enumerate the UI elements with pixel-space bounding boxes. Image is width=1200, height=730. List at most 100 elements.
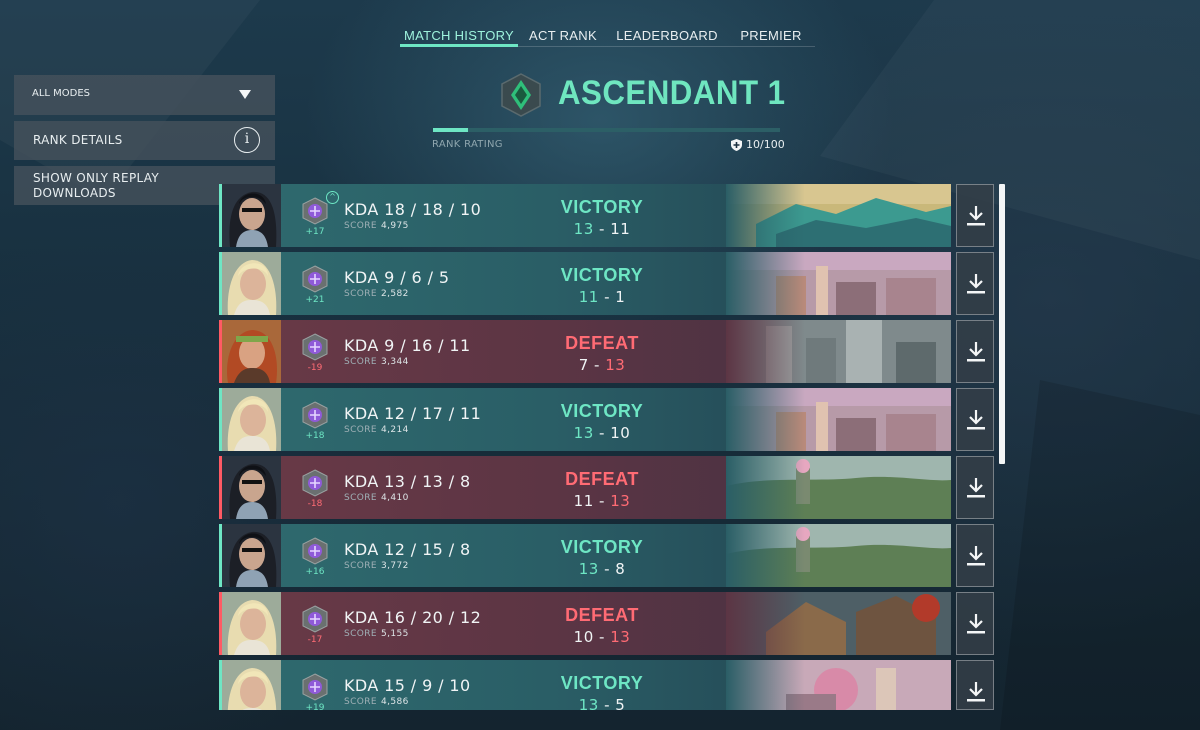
rank-rating-value: 10/100 (731, 138, 785, 151)
score: SCORE 2,582 (344, 289, 409, 299)
score-value: 2,582 (381, 289, 409, 299)
rank-badge-icon (302, 537, 328, 565)
final-score: 10 - 13 (547, 628, 657, 646)
team-rounds: 11 (578, 288, 599, 306)
agent-blonde-icon (222, 388, 281, 451)
rr-change: +17 (305, 227, 325, 237)
match-row[interactable]: -18 KDA 13 / 13 / 8 SCORE 4,410 DEFEAT 11 - 1… (219, 456, 951, 519)
match-result: VICTORY (560, 197, 644, 217)
match-row[interactable]: -19 KDA 9 / 16 / 11 SCORE 3,344 DEFEAT 7 - 13 (219, 320, 951, 383)
tab-leaderboard[interactable]: LEADERBOARD (607, 27, 727, 47)
download-replay-button[interactable] (956, 184, 994, 247)
match-list: ^ +17 KDA 18 / 18 / 10 SCORE 4,975 VICTORY 13 … (219, 184, 951, 710)
match-row[interactable]: ^ +17 KDA 18 / 18 / 10 SCORE 4,975 VICTORY 13 … (219, 184, 951, 247)
enemy-rounds: 8 (615, 560, 626, 578)
download-icon (967, 682, 985, 702)
match-result: DEFEAT (565, 605, 639, 625)
match-result: VICTORY (560, 537, 644, 557)
map-jungle-green-icon (726, 456, 951, 519)
score-label: SCORE (344, 357, 378, 367)
download-replay-button[interactable] (956, 252, 994, 315)
score-label: SCORE (344, 697, 378, 707)
score-dash: - (599, 628, 605, 646)
download-replay-button[interactable] (956, 592, 994, 655)
agent-dark-hair-icon (222, 184, 281, 247)
kda: KDA 12 / 17 / 11 (344, 404, 482, 423)
kda: KDA 9 / 6 / 5 (344, 268, 450, 287)
download-icon (967, 410, 985, 430)
score-dash: - (594, 356, 600, 374)
download-icon (967, 342, 985, 362)
download-replay-button[interactable] (956, 524, 994, 587)
enemy-rounds: 5 (615, 696, 626, 710)
match-result: VICTORY (560, 265, 644, 285)
final-score: 13 - 5 (547, 696, 657, 710)
final-score: 7 - 13 (547, 356, 657, 374)
map-towers-grey-icon (726, 320, 951, 383)
match-list-scrollbar[interactable] (999, 184, 1005, 464)
rank-rating-label: RANK RATING (432, 139, 503, 150)
agent-dark-hair-icon (222, 456, 281, 519)
score-dash: - (599, 220, 605, 238)
career-tabs: MATCH HISTORY ACT RANK LEADERBOARD PREMI… (400, 27, 815, 47)
match-result: VICTORY (560, 673, 644, 693)
team-rounds: 13 (578, 696, 599, 710)
tab-act-rank[interactable]: ACT RANK (523, 27, 603, 47)
enemy-rounds: 13 (610, 492, 631, 510)
tab-match-history[interactable]: MATCH HISTORY (400, 27, 518, 47)
info-icon[interactable]: i (234, 127, 260, 153)
score-label: SCORE (344, 629, 378, 639)
download-replay-button[interactable] (956, 456, 994, 519)
mode-select[interactable]: ALL MODES (14, 75, 275, 115)
replay-downloads-label: SHOW ONLY REPLAY DOWNLOADS (33, 171, 159, 200)
rank-badge-icon (302, 673, 328, 701)
match-row[interactable]: +21 KDA 9 / 6 / 5 SCORE 2,582 VICTORY 11 - 1 (219, 252, 951, 315)
final-score: 13 - 11 (547, 220, 657, 238)
score-label: SCORE (344, 221, 378, 231)
team-rounds: 13 (573, 220, 594, 238)
rr-change: +21 (305, 295, 325, 305)
enemy-rounds: 13 (610, 628, 631, 646)
mode-select-value: ALL MODES (32, 88, 91, 99)
map-city-pink-icon (726, 252, 951, 315)
download-replay-button[interactable] (956, 320, 994, 383)
rr-change: +19 (305, 703, 325, 710)
download-replay-button[interactable] (956, 660, 994, 710)
match-row[interactable]: +16 KDA 12 / 15 / 8 SCORE 3,772 VICTORY 13 - … (219, 524, 951, 587)
kda: KDA 9 / 16 / 11 (344, 336, 471, 355)
rank-badge-icon (302, 401, 328, 429)
kda: KDA 15 / 9 / 10 (344, 676, 471, 695)
tab-premier[interactable]: PREMIER (727, 27, 815, 47)
rank-details-label: RANK DETAILS (33, 133, 123, 147)
score: SCORE 4,214 (344, 425, 409, 435)
score-value: 4,410 (381, 493, 409, 503)
download-icon (967, 206, 985, 226)
score: SCORE 4,975 (344, 221, 409, 231)
rr-change: -19 (307, 363, 323, 373)
shield-icon (731, 138, 742, 151)
agent-blonde-icon (222, 592, 281, 655)
agent-dark-hair-icon (222, 524, 281, 587)
kda: KDA 13 / 13 / 8 (344, 472, 471, 491)
match-row[interactable]: +18 KDA 12 / 17 / 11 SCORE 4,214 VICTORY 13 -… (219, 388, 951, 451)
rank-details-button[interactable]: RANK DETAILS i (14, 121, 275, 160)
rank-badge-icon (302, 469, 328, 497)
score-dash: - (604, 288, 610, 306)
download-replay-button[interactable] (956, 388, 994, 451)
kda: KDA 18 / 18 / 10 (344, 200, 482, 219)
match-row[interactable]: +19 KDA 15 / 9 / 10 SCORE 4,586 VICTORY 13 - … (219, 660, 951, 710)
agent-blonde-icon (222, 252, 281, 315)
final-score: 13 - 10 (547, 424, 657, 442)
rr-change: -17 (307, 635, 323, 645)
match-row[interactable]: -17 KDA 16 / 20 / 12 SCORE 5,155 DEFEAT 10 - … (219, 592, 951, 655)
team-rounds: 10 (573, 628, 594, 646)
score: SCORE 3,344 (344, 357, 409, 367)
score-value: 4,975 (381, 221, 409, 231)
rank-rating-bar (433, 128, 780, 132)
rank-rating-text: 10/100 (746, 138, 785, 151)
map-garden-pink-icon (726, 660, 951, 710)
score-value: 3,772 (381, 561, 409, 571)
map-village-red-icon (726, 592, 951, 655)
score-label: SCORE (344, 425, 378, 435)
score: SCORE 4,586 (344, 697, 409, 707)
